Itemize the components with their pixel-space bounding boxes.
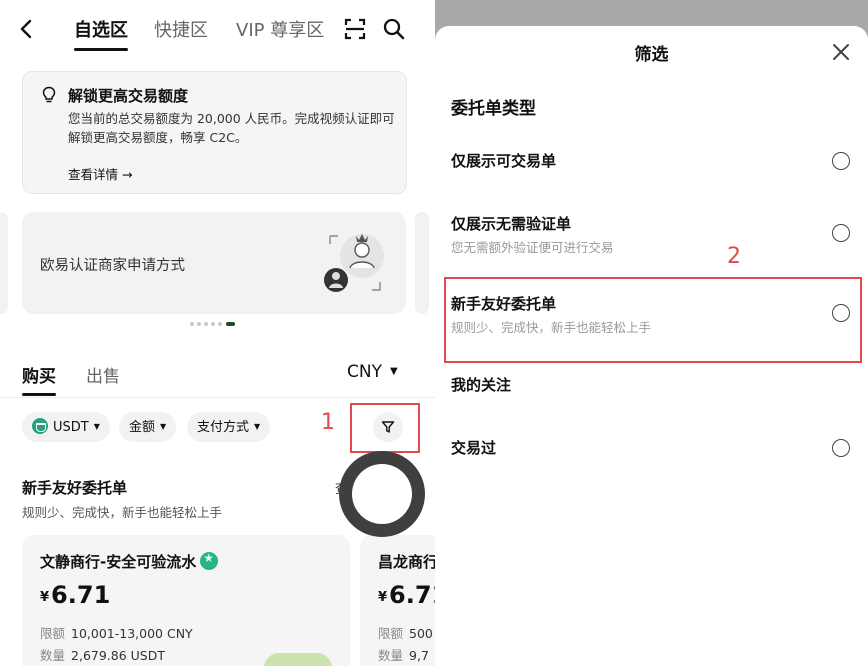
radio-button[interactable] xyxy=(832,224,850,242)
amount-filter-label: 金额 xyxy=(129,420,156,435)
option-following[interactable]: 我的关注 xyxy=(435,374,868,424)
coin-filter[interactable]: USDT ▼ xyxy=(22,412,110,442)
offer-card[interactable]: 文静商行-安全可验流水 ¥6.71 限额 10,001-13,000 CNY 数量… xyxy=(22,535,350,666)
caret-down-icon: ▼ xyxy=(160,422,167,431)
banner-prev-peek xyxy=(0,212,8,314)
merchant-name: 文静商行-安全可验流水 xyxy=(40,551,219,572)
filter-sheet: 筛选 委托单类型 仅展示可交易单 仅展示无需验证单 您无需额外验证便可进行交易 … xyxy=(435,26,868,666)
currency-value: CNY xyxy=(347,362,382,382)
scan-icon xyxy=(344,18,366,40)
merchant-avatar-icon xyxy=(324,234,384,292)
sheet-title: 筛选 xyxy=(634,45,669,65)
divider xyxy=(0,397,435,398)
close-icon xyxy=(833,44,849,60)
carousel-dot-active xyxy=(226,322,235,326)
usdt-icon xyxy=(32,418,48,434)
tab-favorites[interactable]: 自选区 xyxy=(74,16,128,51)
option-description: 您无需额外验证便可进行交易 xyxy=(451,240,614,255)
quantity-label: 数量 xyxy=(40,648,66,663)
filter-overlay: 筛选 委托单类型 仅展示可交易单 仅展示无需验证单 您无需额外验证便可进行交易 … xyxy=(435,0,868,666)
option-label: 仅展示无需验证单 xyxy=(451,215,572,233)
offer-quantity: 数量 2,679.86 USDT xyxy=(40,645,165,664)
tab-express[interactable]: 快捷区 xyxy=(154,16,208,42)
offer-limit: 限额 10,001-13,000 CNY xyxy=(40,623,193,642)
offer-price: ¥6.71 xyxy=(378,581,435,609)
merchant-name-text: 昌龙商行 xyxy=(378,553,435,571)
tab-sell[interactable]: 出售 xyxy=(86,362,120,387)
limit-value: 500 xyxy=(409,626,433,641)
currency-symbol: ¥ xyxy=(40,590,50,605)
option-label: 我的关注 xyxy=(451,376,512,394)
caret-down-icon: ▼ xyxy=(254,422,261,431)
search-icon xyxy=(383,18,405,40)
banner-next-peek xyxy=(415,212,429,314)
quantity-value: 9,7 xyxy=(409,648,429,663)
offer-card[interactable]: 昌龙商行 ¥6.71 限额 500 数量 9,7 xyxy=(360,535,435,666)
payment-filter-label: 支付方式 xyxy=(197,420,250,435)
annotation-box-2 xyxy=(444,277,862,363)
scan-button[interactable] xyxy=(343,17,367,41)
quantity-label: 数量 xyxy=(378,648,404,663)
annotation-number-2: 2 xyxy=(727,244,741,269)
caret-down-icon: ▼ xyxy=(389,366,398,377)
limit-label: 限额 xyxy=(40,626,66,641)
merchant-apply-banner[interactable]: 欧易认证商家申请方式 xyxy=(22,212,406,314)
limit-label: 限额 xyxy=(378,626,404,641)
currency-select[interactable]: CNY ▼ xyxy=(347,362,398,382)
radio-button[interactable] xyxy=(832,439,850,457)
buy-button[interactable] xyxy=(264,653,332,666)
carousel-dot xyxy=(190,322,194,326)
price-value: 6.71 xyxy=(51,581,111,609)
payment-filter[interactable]: 支付方式 ▼ xyxy=(187,412,271,442)
tab-vip[interactable]: VIP 尊享区 xyxy=(236,16,324,42)
limit-notice-card: 解锁更高交易额度 您当前的总交易额度为 20,000 人民币。完成视频认证即可解… xyxy=(22,71,407,194)
coin-filter-label: USDT xyxy=(53,420,89,435)
amount-filter[interactable]: 金额 ▼ xyxy=(119,412,177,442)
lightbulb-icon xyxy=(42,86,56,103)
option-label: 仅展示可交易单 xyxy=(451,152,557,170)
merchant-name-text: 文静商行-安全可验流水 xyxy=(40,553,197,571)
chevron-left-icon xyxy=(20,19,32,39)
banner-text: 欧易认证商家申请方式 xyxy=(40,258,185,274)
view-details-link[interactable]: 查看详情 → xyxy=(68,164,132,183)
price-value: 6.71 xyxy=(389,581,435,609)
currency-symbol: ¥ xyxy=(378,590,388,605)
merchant-name: 昌龙商行 xyxy=(378,551,435,572)
notice-body: 您当前的总交易额度为 20,000 人民币。完成视频认证即可解锁更高交易额度，畅… xyxy=(68,111,395,145)
carousel-dot xyxy=(218,322,222,326)
notice-title: 解锁更高交易额度 xyxy=(68,87,189,105)
option-no-verification[interactable]: 仅展示无需验证单 您无需额外验证便可进行交易 xyxy=(435,213,868,263)
offer-limit: 限额 500 xyxy=(378,623,433,642)
section-title: 新手友好委托单 xyxy=(22,479,128,497)
verified-badge-icon xyxy=(200,551,219,570)
option-traded-before[interactable]: 交易过 xyxy=(435,437,868,487)
touch-indicator xyxy=(339,451,425,537)
section-subtitle: 规则少、完成快，新手也能轻松上手 xyxy=(22,505,223,520)
limit-value: 10,001-13,000 CNY xyxy=(71,626,193,641)
back-button[interactable] xyxy=(16,16,38,42)
option-tradable-only[interactable]: 仅展示可交易单 xyxy=(435,150,868,200)
option-label: 交易过 xyxy=(451,439,497,457)
radio-button[interactable] xyxy=(832,152,850,170)
order-type-heading: 委托单类型 xyxy=(451,99,536,119)
carousel-dot xyxy=(211,322,215,326)
p2p-market-screen: 自选区 快捷区 VIP 尊享区 解锁更高交易额度 您当前的总交易额度为 20,0… xyxy=(0,0,435,666)
carousel-dot xyxy=(197,322,201,326)
carousel-pagination xyxy=(190,321,240,327)
top-nav: 自选区 快捷区 VIP 尊享区 xyxy=(0,0,435,58)
offer-price: ¥6.71 xyxy=(40,581,110,609)
caret-down-icon: ▼ xyxy=(93,422,100,431)
annotation-number-1: 1 xyxy=(321,410,335,435)
annotation-box-1 xyxy=(350,403,420,453)
quantity-value: 2,679.86 USDT xyxy=(71,648,165,663)
close-button[interactable] xyxy=(831,42,851,62)
tab-buy[interactable]: 购买 xyxy=(22,362,56,396)
offer-quantity: 数量 9,7 xyxy=(378,645,429,664)
carousel-dot xyxy=(204,322,208,326)
search-button[interactable] xyxy=(382,17,406,41)
